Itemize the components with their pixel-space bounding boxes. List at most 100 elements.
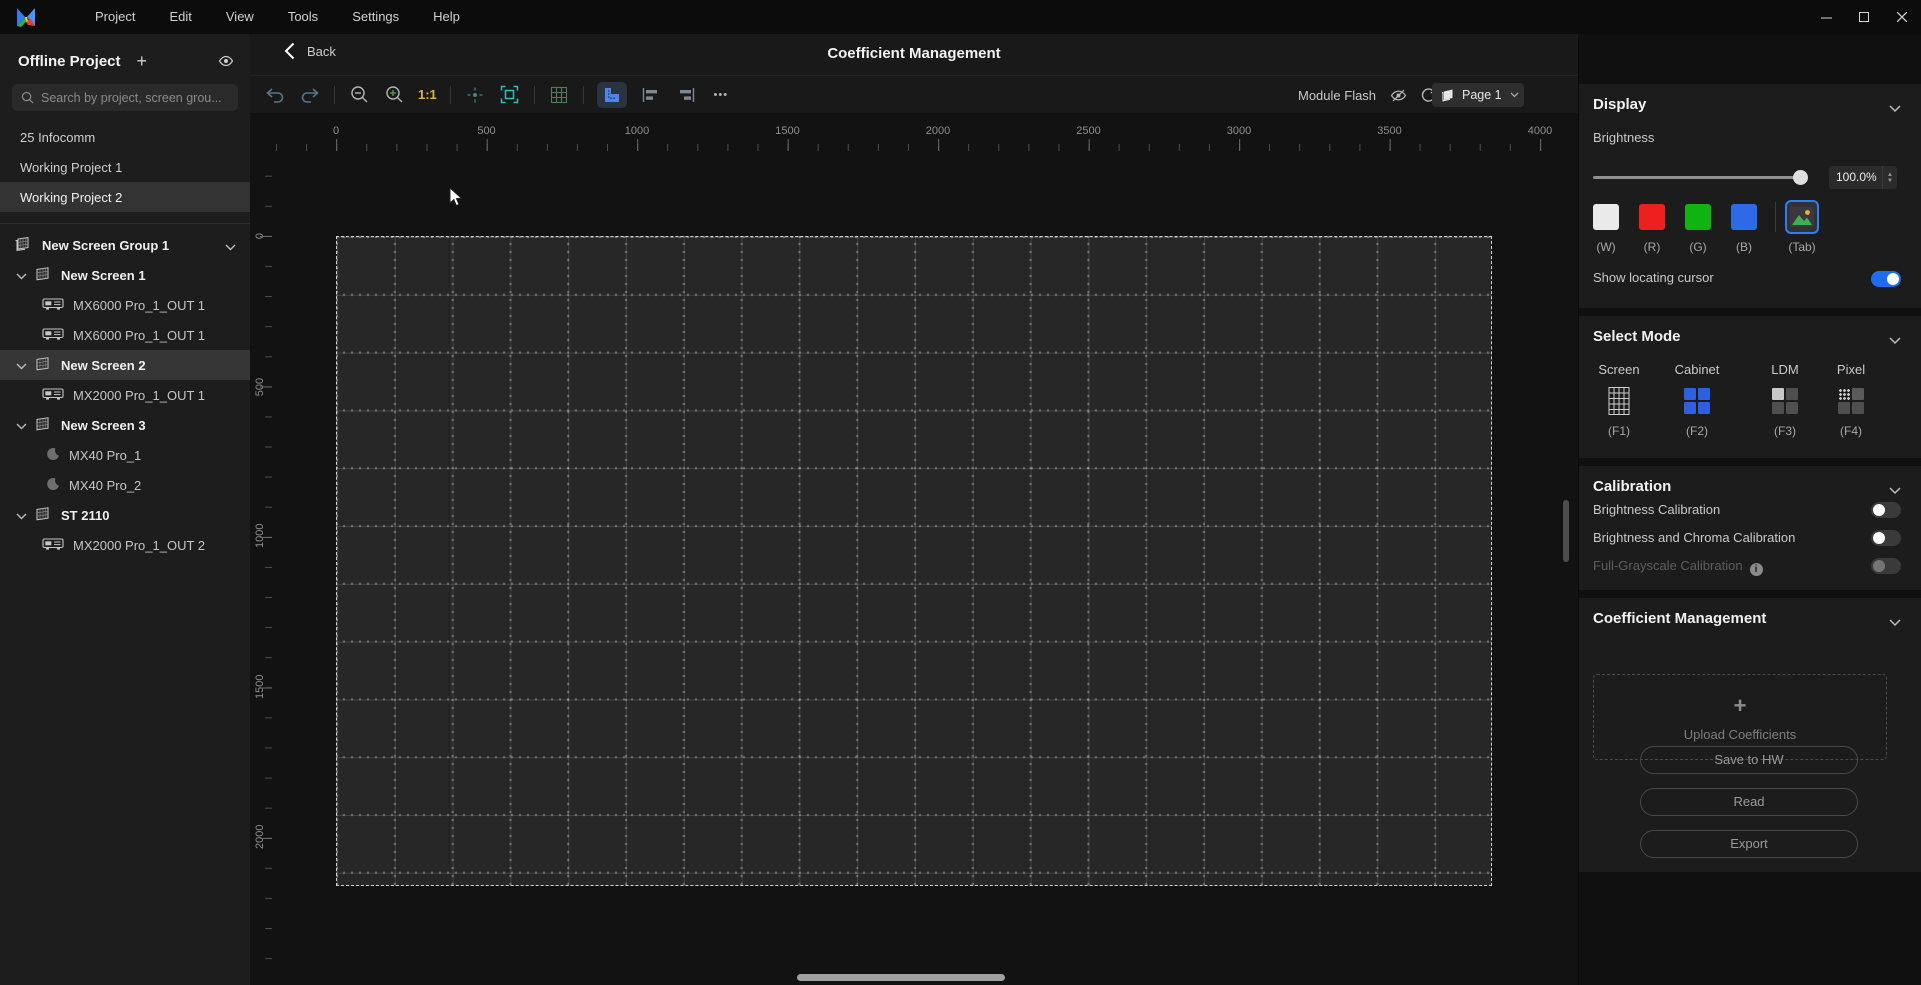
- screen-layout-canvas[interactable]: [336, 236, 1492, 886]
- red-swatch-label: (R): [1644, 240, 1661, 254]
- sidebar-divider: [0, 223, 250, 224]
- display-image-swatch-selected[interactable]: [1785, 200, 1819, 234]
- read-button[interactable]: Read: [1640, 788, 1858, 816]
- blue-swatch-label: (B): [1736, 240, 1752, 254]
- menu-project[interactable]: Project: [78, 0, 152, 34]
- display-blue-swatch[interactable]: [1731, 204, 1757, 230]
- brightness-stepper[interactable]: ▲▼: [1882, 166, 1897, 189]
- eye-off-icon[interactable]: [1390, 88, 1407, 103]
- menu-tools[interactable]: Tools: [271, 0, 335, 34]
- brightness-chroma-calibration-toggle-off[interactable]: [1871, 530, 1901, 546]
- zoom-out-icon[interactable]: [348, 84, 370, 106]
- align-left-icon[interactable]: [640, 84, 662, 106]
- calibration-section: Calibration Brightness Calibration Brigh…: [1579, 466, 1921, 590]
- zoom-ratio-button[interactable]: 1:1: [418, 87, 437, 102]
- brightness-chroma-calibration-row: Brightness and Chroma Calibration: [1593, 526, 1907, 550]
- maximize-button[interactable]: [1845, 0, 1883, 34]
- brightness-calibration-toggle-off[interactable]: [1871, 502, 1901, 518]
- menu-bar: Project Edit View Tools Settings Help: [0, 0, 1921, 34]
- chevron-down-icon[interactable]: [16, 268, 27, 283]
- grid-view-icon[interactable]: [548, 84, 570, 106]
- processor-icon: [42, 327, 64, 344]
- processor-icon: [42, 297, 64, 314]
- brightness-label: Brightness: [1593, 130, 1654, 145]
- mode-cabinet-selected[interactable]: Cabinet (F2): [1667, 362, 1727, 438]
- menu-help[interactable]: Help: [416, 0, 477, 34]
- mode-screen[interactable]: Screen (F1): [1589, 362, 1649, 438]
- menu-edit[interactable]: Edit: [152, 0, 208, 34]
- locate-center-icon[interactable]: [464, 84, 486, 106]
- project-item[interactable]: Working Project 1: [0, 152, 250, 182]
- tree-item-device-offline[interactable]: MX40 Pro_1: [0, 440, 250, 470]
- search-icon: [21, 91, 34, 104]
- sidebar-search: [12, 84, 238, 111]
- chevron-down-icon[interactable]: [1889, 332, 1901, 350]
- coefficient-management-section: Coefficient Management + Upload Coeffici…: [1579, 598, 1921, 872]
- chevron-down-icon[interactable]: [225, 239, 236, 254]
- more-options-icon[interactable]: •••: [710, 84, 732, 106]
- tree-item-screen[interactable]: New Screen 1: [0, 260, 250, 290]
- align-right-icon[interactable]: [675, 84, 697, 106]
- menu-view[interactable]: View: [209, 0, 271, 34]
- display-green-swatch[interactable]: [1685, 204, 1711, 230]
- screen-icon: [33, 505, 51, 526]
- screen-tree: New Screen Group 1 New Screen 1 MX6000 P…: [0, 230, 250, 560]
- minimize-button[interactable]: [1807, 0, 1845, 34]
- tree-item-screen-selected[interactable]: New Screen 2: [0, 350, 250, 380]
- display-white-swatch[interactable]: [1593, 204, 1619, 230]
- toolbar-divider: [450, 86, 451, 104]
- tree-item-device[interactable]: MX6000 Pro_1_OUT 1: [0, 320, 250, 350]
- brightness-slider[interactable]: [1593, 176, 1801, 179]
- tree-item-device[interactable]: MX6000 Pro_1_OUT 1: [0, 290, 250, 320]
- tree-item-screen-group[interactable]: New Screen Group 1: [0, 230, 250, 260]
- canvas-viewport[interactable]: 0 500 1000 1500 2000 2500 3000 3500 4000…: [250, 113, 1578, 985]
- tree-item-device[interactable]: MX2000 Pro_1_OUT 2: [0, 530, 250, 560]
- redo-icon[interactable]: [299, 84, 321, 106]
- zoom-in-icon[interactable]: [383, 84, 405, 106]
- info-icon[interactable]: i: [1750, 563, 1763, 576]
- toolbar-divider: [534, 86, 535, 104]
- fit-selection-icon[interactable]: [499, 84, 521, 106]
- horizontal-scrollbar[interactable]: [797, 974, 1005, 981]
- display-section-title: Display: [1593, 96, 1646, 113]
- brightness-value-box[interactable]: 100.0% ▲▼: [1829, 166, 1897, 189]
- project-item-selected[interactable]: Working Project 2: [0, 182, 250, 212]
- mouse-cursor: [449, 187, 464, 208]
- chevron-down-icon[interactable]: [16, 508, 27, 523]
- chevron-down-icon[interactable]: [1889, 100, 1901, 118]
- tree-item-device-offline[interactable]: MX40 Pro_2: [0, 470, 250, 500]
- add-project-icon[interactable]: +: [137, 52, 148, 70]
- locating-cursor-toggle-on[interactable]: [1871, 271, 1901, 287]
- close-button[interactable]: [1883, 0, 1921, 34]
- project-visibility-eye-icon[interactable]: [218, 53, 234, 74]
- full-grayscale-calibration-row: Full-Grayscale Calibrationi: [1593, 554, 1907, 578]
- vertical-scrollbar[interactable]: [1563, 500, 1569, 562]
- page-selector-dropdown[interactable]: Page 1: [1432, 83, 1524, 107]
- screen-group-icon: [12, 235, 32, 256]
- ruler-tool-button-active[interactable]: [597, 82, 627, 108]
- display-red-swatch[interactable]: [1639, 204, 1665, 230]
- processor-icon: [42, 537, 64, 554]
- stepper-down-icon[interactable]: ▼: [1887, 178, 1893, 184]
- page-selector-value: Page 1: [1462, 88, 1502, 102]
- tree-item-screen[interactable]: New Screen 3: [0, 410, 250, 440]
- pages-icon: [1440, 88, 1455, 102]
- processor-icon: [42, 387, 64, 404]
- undo-icon[interactable]: [264, 84, 286, 106]
- chevron-down-icon[interactable]: [16, 418, 27, 433]
- export-button[interactable]: Export: [1640, 830, 1858, 858]
- chevron-down-icon[interactable]: [1889, 614, 1901, 632]
- chevron-down-icon[interactable]: [16, 358, 27, 373]
- save-to-hw-button[interactable]: Save to HW: [1640, 746, 1858, 774]
- project-item[interactable]: 25 Infocomm: [0, 122, 250, 152]
- toolbar-divider: [583, 86, 584, 104]
- screen-icon: [33, 415, 51, 436]
- tree-item-device[interactable]: MX2000 Pro_1_OUT 1: [0, 380, 250, 410]
- menu-settings[interactable]: Settings: [335, 0, 416, 34]
- search-input[interactable]: [41, 91, 226, 105]
- mode-pixel[interactable]: Pixel (F4): [1821, 362, 1881, 438]
- mode-ldm[interactable]: LDM (F3): [1755, 362, 1815, 438]
- tree-item-screen[interactable]: ST 2110: [0, 500, 250, 530]
- brightness-slider-handle[interactable]: [1793, 170, 1808, 185]
- menu-items: Project Edit View Tools Settings Help: [78, 0, 477, 34]
